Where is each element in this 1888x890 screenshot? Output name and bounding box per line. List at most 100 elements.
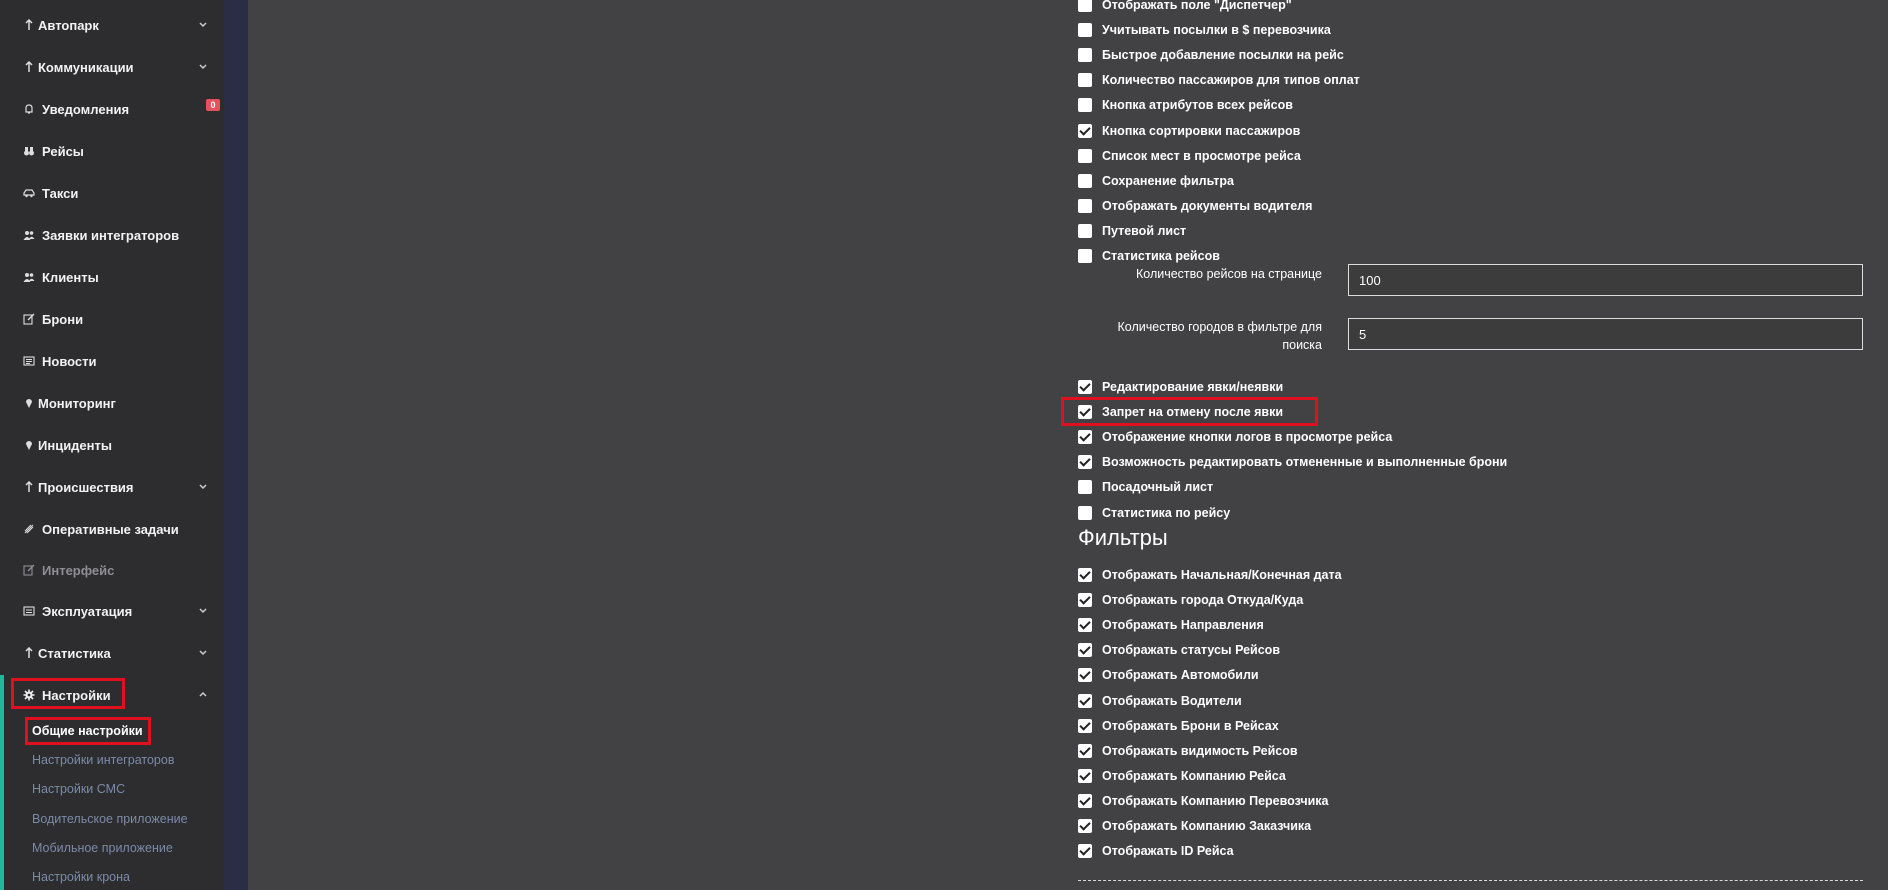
sidebar-item-integrator-requests[interactable]: Заявки интеграторов — [0, 220, 224, 250]
setting-label: Быстрое добавление посылки на рейс — [1102, 48, 1344, 63]
submenu-mobile-app[interactable]: Мобильное приложение — [32, 841, 173, 855]
filter-row[interactable]: Отображать Направления — [1078, 615, 1264, 635]
sidebar-item-label: Интерфейс — [42, 562, 115, 578]
setting-label: Статистика рейсов — [1102, 249, 1220, 263]
sidebar-edge — [224, 0, 248, 890]
sidebar-item-clients[interactable]: Клиенты — [0, 262, 224, 292]
setting-label: Количество пассажиров для типов оплат — [1102, 73, 1360, 88]
checkbox-unchecked[interactable] — [1078, 73, 1092, 88]
filter-row[interactable]: Отображать Начальная/Конечная дата — [1078, 565, 1342, 585]
setting-row[interactable]: Статистика по рейсу — [1078, 503, 1230, 523]
filter-row[interactable]: Отображать Компанию Заказчика — [1078, 816, 1311, 836]
checkbox-unchecked[interactable] — [1078, 223, 1092, 238]
setting-row[interactable]: Список мест в просмотре рейса — [1078, 146, 1301, 166]
setting-label: Редактирование явки/неявки — [1102, 380, 1284, 394]
sidebar-item-notifications[interactable]: Уведомления — [0, 94, 224, 124]
checkbox-checked[interactable] — [1078, 743, 1092, 758]
sidebar-item-label: Рейсы — [42, 143, 84, 159]
checkbox-checked[interactable] — [1078, 643, 1092, 658]
setting-label: Сохранение фильтра — [1102, 173, 1234, 188]
submenu-cron-settings[interactable]: Настройки крона — [32, 870, 130, 884]
checkbox-checked[interactable] — [1078, 593, 1092, 608]
sidebar-item-taxi[interactable]: Такси — [0, 178, 224, 208]
sidebar-item-settings[interactable]: Настройки — [0, 680, 224, 710]
setting-row[interactable]: Кнопка сортировки пассажиров — [1078, 121, 1300, 141]
setting-row[interactable]: Учитывать посылки в $ перевозчика — [1078, 20, 1331, 40]
setting-row[interactable]: Статистика рейсов — [1078, 246, 1220, 266]
sidebar-item-accidents[interactable]: Происшествия — [0, 472, 224, 502]
filter-label: Отображать статусы Рейсов — [1102, 643, 1281, 658]
filter-row[interactable]: Отображать ID Рейса — [1078, 841, 1234, 861]
setting-row[interactable]: Отображать документы водителя — [1078, 196, 1312, 216]
checkbox-unchecked[interactable] — [1078, 505, 1092, 520]
checkbox-checked[interactable] — [1078, 819, 1092, 833]
setting-row[interactable]: Сохранение фильтра — [1078, 171, 1234, 191]
tasks-icon — [22, 522, 36, 536]
filter-label: Отображать видимость Рейсов — [1102, 743, 1298, 758]
setting-row[interactable]: Количество пассажиров для типов оплат — [1078, 70, 1360, 90]
sidebar-item-news[interactable]: Новости — [0, 346, 224, 376]
setting-row[interactable]: Путевой лист — [1078, 221, 1186, 241]
notification-count-badge: 0 — [206, 99, 220, 111]
checkbox-unchecked[interactable] — [1078, 0, 1092, 12]
filter-label: Отображать города Откуда/Куда — [1102, 593, 1304, 608]
filter-row[interactable]: Отображать Водители — [1078, 691, 1242, 711]
setting-row[interactable]: Отображать поле "Диспетчер" — [1078, 0, 1292, 15]
setting-row[interactable]: Кнопка атрибутов всех рейсов — [1078, 95, 1293, 115]
checkbox-unchecked[interactable] — [1078, 148, 1092, 163]
checkbox-unchecked[interactable] — [1078, 249, 1092, 263]
checkbox-unchecked[interactable] — [1078, 48, 1092, 63]
checkbox-checked[interactable] — [1078, 380, 1092, 394]
filter-row[interactable]: Отображать Компанию Перевозчика — [1078, 791, 1329, 811]
checkbox-unchecked[interactable] — [1078, 480, 1092, 495]
checkbox-checked[interactable] — [1078, 768, 1092, 783]
sidebar-item-trips[interactable]: Рейсы — [0, 136, 224, 166]
bell-icon — [22, 102, 36, 116]
setting-row[interactable]: Быстрое добавление посылки на рейс — [1078, 45, 1344, 65]
checkbox-unchecked[interactable] — [1078, 173, 1092, 188]
sidebar-item-bookings[interactable]: Брони — [0, 304, 224, 334]
checkbox-checked[interactable] — [1078, 668, 1092, 683]
sidebar-item-communications[interactable]: Коммуникации — [0, 52, 224, 82]
setting-row[interactable]: Отображение кнопки логов в просмотре рей… — [1078, 427, 1392, 447]
submenu-integrator-settings[interactable]: Настройки интеграторов — [32, 753, 174, 767]
setting-row[interactable]: Посадочный лист — [1078, 477, 1213, 497]
checkbox-checked[interactable] — [1078, 844, 1092, 859]
submenu-driver-app[interactable]: Водительское приложение — [32, 812, 188, 826]
sidebar-item-interface[interactable]: Интерфейс — [0, 555, 224, 585]
checkbox-unchecked[interactable] — [1078, 198, 1092, 213]
sidebar-item-operational-tasks[interactable]: Оперативные задачи — [0, 514, 224, 544]
checkbox-checked[interactable] — [1078, 568, 1092, 582]
sidebar-item-exploitation[interactable]: Эксплуатация — [0, 596, 224, 626]
setting-row[interactable]: Редактирование явки/неявки — [1078, 377, 1283, 397]
checkbox-checked[interactable] — [1078, 618, 1092, 633]
checkbox-checked[interactable] — [1078, 405, 1092, 420]
checkbox-unchecked[interactable] — [1078, 23, 1092, 38]
checkbox-checked[interactable] — [1078, 693, 1092, 708]
checkbox-checked[interactable] — [1078, 123, 1092, 138]
submenu-sms-settings[interactable]: Настройки СМС — [32, 782, 125, 796]
checkbox-unchecked[interactable] — [1078, 98, 1092, 113]
setting-row[interactable]: Запрет на отмену после явки — [1078, 402, 1283, 422]
sidebar-item-autopark[interactable]: Автопарк — [0, 10, 224, 40]
checkbox-checked[interactable] — [1078, 718, 1092, 733]
checkbox-checked[interactable] — [1078, 455, 1092, 470]
cities-in-filter-input[interactable] — [1348, 318, 1863, 350]
filter-row[interactable]: Отображать видимость Рейсов — [1078, 741, 1298, 761]
filter-row[interactable]: Отображать статусы Рейсов — [1078, 640, 1280, 660]
checkbox-checked[interactable] — [1078, 793, 1092, 808]
filter-row[interactable]: Отображать города Откуда/Куда — [1078, 590, 1303, 610]
setting-row[interactable]: Возможность редактировать отмененные и в… — [1078, 452, 1507, 472]
sidebar-item-label: Коммуникации — [38, 59, 134, 75]
filter-row[interactable]: Отображать Компанию Рейса — [1078, 766, 1286, 786]
sidebar-item-incidents[interactable]: Инциденты — [0, 430, 224, 460]
trips-per-page-input[interactable] — [1348, 264, 1863, 296]
sidebar-item-label: Эксплуатация — [42, 603, 133, 619]
checkbox-checked[interactable] — [1078, 430, 1092, 445]
filter-row[interactable]: Отображать Автомобили — [1078, 665, 1259, 685]
submenu-general-settings[interactable]: Общие настройки — [32, 724, 143, 738]
sidebar-item-monitoring[interactable]: Мониторинг — [0, 388, 224, 418]
list-icon — [22, 604, 36, 618]
filter-row[interactable]: Отображать Брони в Рейсах — [1078, 716, 1279, 736]
sidebar-item-statistics[interactable]: Статистика — [0, 638, 224, 668]
